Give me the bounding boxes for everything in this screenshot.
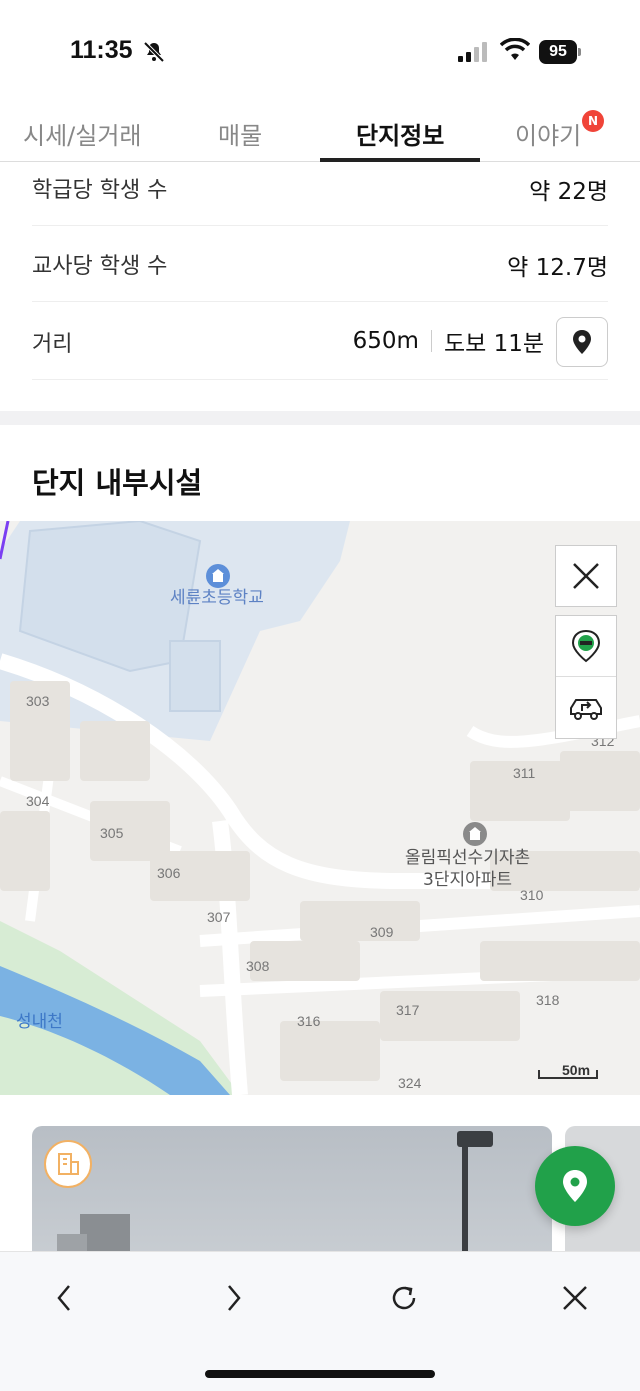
- tab-stories[interactable]: 이야기: [515, 116, 581, 151]
- transit-layer-button[interactable]: [556, 616, 616, 678]
- building-number: 316: [297, 1013, 321, 1029]
- distance-meters: 650m: [352, 327, 419, 354]
- map-background: [0, 521, 640, 1095]
- building-number: 310: [520, 887, 544, 903]
- apartment-type-badge: [44, 1140, 92, 1188]
- info-label: 교사당 학생 수: [32, 254, 168, 279]
- map-scale-label: 50m: [562, 1062, 591, 1078]
- tab-bar: 시세/실거래 매물 단지정보 이야기: [0, 100, 640, 162]
- chevron-left-icon: [57, 1285, 70, 1311]
- map-pin-icon: [573, 330, 591, 354]
- building-number: 308: [246, 958, 270, 974]
- stream-label: 성내천: [16, 1012, 63, 1032]
- directions-button[interactable]: [556, 677, 616, 738]
- map-view[interactable]: 세륜초등학교 올림픽선수기자촌 3단지아파트 성내천 303 304 305 3…: [0, 521, 640, 1095]
- location-pin-icon: [563, 1170, 587, 1202]
- building-number: 317: [396, 1002, 420, 1018]
- facility-photo[interactable]: [32, 1126, 552, 1266]
- forward-button[interactable]: [214, 1278, 254, 1318]
- facilities-title: 단지 내부시설: [32, 466, 203, 500]
- building-number: 305: [100, 825, 124, 841]
- photo-image: [57, 1131, 493, 1266]
- building-number: 303: [26, 693, 50, 709]
- apartment-label-line2: 3단지아파트: [423, 870, 513, 890]
- building-number: 324: [398, 1075, 422, 1091]
- info-label: 거리: [32, 332, 73, 357]
- info-row-students-per-class: 학급당 학생 수 약 22명: [32, 162, 608, 226]
- school-label: 세륜초등학교: [170, 588, 264, 608]
- map-layer-controls: [555, 615, 617, 739]
- close-map-button[interactable]: [555, 545, 617, 607]
- tab-complex-info[interactable]: 단지정보: [356, 116, 444, 151]
- apartment-label-line1: 올림픽선수기자촌: [405, 848, 531, 868]
- close-button[interactable]: [555, 1278, 595, 1318]
- reload-button[interactable]: [384, 1278, 424, 1318]
- bus-stop-icon: [571, 629, 601, 663]
- building-number: 309: [370, 924, 394, 940]
- new-badge: N: [582, 110, 604, 132]
- tab-listings[interactable]: 매물: [218, 116, 262, 151]
- info-label: 학급당 학생 수: [32, 178, 168, 203]
- battery-icon: 95: [539, 40, 581, 64]
- status-time: 11:35: [70, 36, 133, 64]
- building-number: 307: [207, 909, 231, 925]
- wifi-icon: [500, 38, 530, 60]
- location-fab-button[interactable]: [535, 1146, 615, 1226]
- car-route-icon: [570, 698, 602, 720]
- distance-walk-time: 도보 11분: [443, 330, 544, 357]
- apartment-label: 올림픽선수기자촌 3단지아파트: [405, 847, 530, 891]
- tab-price[interactable]: 시세/실거래: [23, 116, 142, 151]
- back-button[interactable]: [44, 1278, 84, 1318]
- reload-icon: [392, 1286, 416, 1310]
- apartment-icon: [463, 822, 487, 846]
- building-number: 318: [536, 992, 560, 1008]
- section-divider: [0, 411, 640, 425]
- close-icon: [563, 1286, 587, 1310]
- building-number: 306: [157, 865, 181, 881]
- info-value: 약 22명: [529, 179, 608, 205]
- info-row-students-per-teacher: 교사당 학생 수 약 12.7명: [32, 226, 608, 302]
- distance-values: 650m 도보 11분: [353, 302, 544, 379]
- chevron-right-icon: [228, 1285, 241, 1311]
- building-number: 304: [26, 793, 50, 809]
- building-number: 311: [513, 765, 536, 781]
- show-on-map-button[interactable]: [556, 317, 608, 367]
- status-bar: 11:35 95: [0, 0, 640, 100]
- info-row-distance: 거리 650m 도보 11분: [32, 302, 608, 380]
- info-value: 약 12.7명: [507, 255, 608, 281]
- battery-level: 95: [539, 40, 577, 64]
- cellular-signal-icon: [458, 42, 487, 62]
- school-icon: [206, 564, 230, 588]
- home-indicator: [205, 1370, 435, 1378]
- building-icon: [58, 1153, 79, 1175]
- close-icon: [573, 563, 599, 589]
- bell-muted-icon: [143, 41, 165, 63]
